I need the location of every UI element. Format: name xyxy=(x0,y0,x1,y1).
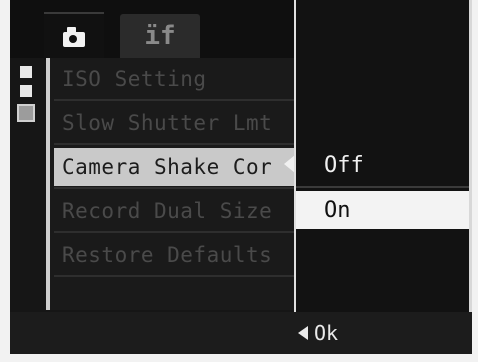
divider xyxy=(296,186,469,188)
divider xyxy=(54,275,298,277)
divider xyxy=(54,231,298,233)
tab-bar: ïf xyxy=(10,0,294,60)
camera-screen: ïf ISO Setting Slow Shutter Lmt Camera S… xyxy=(0,0,478,362)
divider xyxy=(54,143,298,145)
menu-item-record-dual-size[interactable]: Record Dual Size xyxy=(54,192,298,230)
page-marker xyxy=(20,85,32,97)
menu-item-iso-setting[interactable]: ISO Setting xyxy=(54,60,298,98)
ok-label: Ok xyxy=(314,321,339,345)
menu-item-label: Camera Shake Cor xyxy=(62,155,273,179)
option-on[interactable]: On xyxy=(296,191,469,229)
tab-shooting[interactable] xyxy=(44,12,104,60)
option-popup: Off On xyxy=(294,0,472,318)
menu-item-label: Record Dual Size xyxy=(62,199,273,223)
divider xyxy=(54,99,298,101)
camera-icon xyxy=(63,26,85,47)
tab-setup[interactable]: ïf xyxy=(120,14,200,58)
menu-item-camera-shake-correction[interactable]: Camera Shake Cor xyxy=(54,148,298,186)
menu-item-label: Restore Defaults xyxy=(62,243,273,267)
page-marker-current xyxy=(17,104,35,122)
menu-list: ISO Setting Slow Shutter Lmt Camera Shak… xyxy=(46,58,298,310)
option-label: On xyxy=(324,197,351,223)
menu-item-label: Slow Shutter Lmt xyxy=(62,111,273,135)
menu-item-restore-defaults[interactable]: Restore Defaults xyxy=(54,236,298,274)
menu-item-slow-shutter-limit[interactable]: Slow Shutter Lmt xyxy=(54,104,298,142)
option-off[interactable]: Off xyxy=(296,146,469,184)
setup-tab-label: ïf xyxy=(144,21,176,51)
divider xyxy=(54,187,298,189)
page-marker xyxy=(20,66,32,78)
page-indicator xyxy=(14,66,36,129)
left-triangle-icon xyxy=(298,326,308,340)
menu-item-label: ISO Setting xyxy=(62,67,207,91)
ok-hint[interactable]: Ok xyxy=(298,312,338,354)
bottom-bar: Ok xyxy=(10,312,472,354)
option-label: Off xyxy=(324,152,364,178)
